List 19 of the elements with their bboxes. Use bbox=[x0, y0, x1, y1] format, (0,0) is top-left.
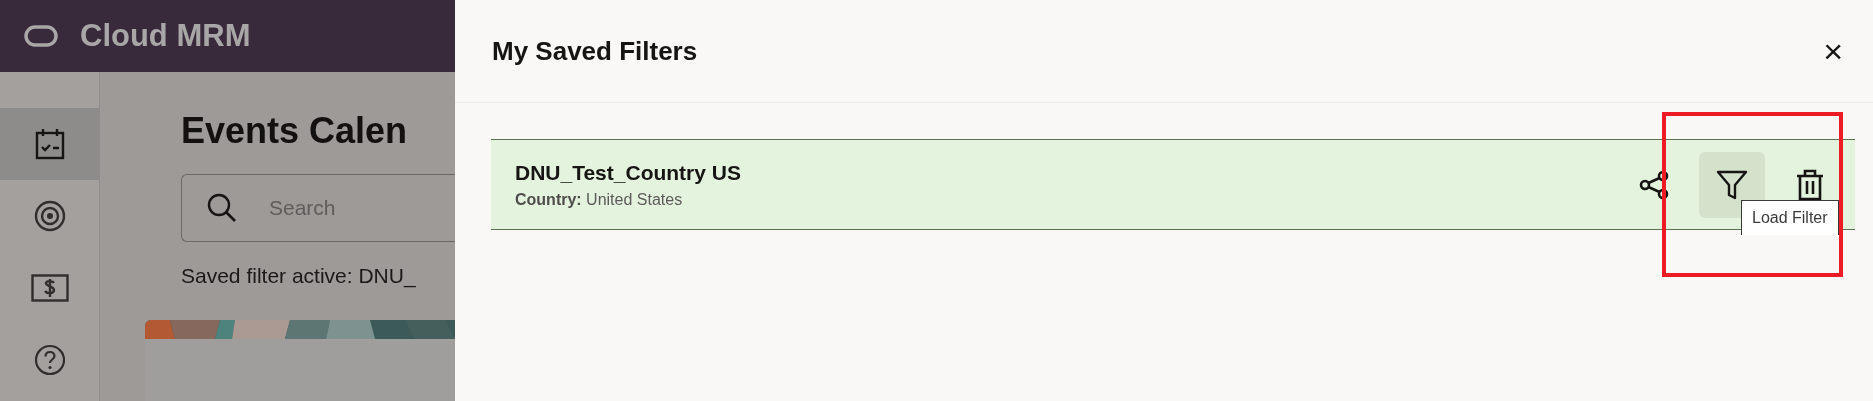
close-button[interactable]: × bbox=[1817, 34, 1849, 68]
drawer-title: My Saved Filters bbox=[492, 35, 698, 67]
share-icon bbox=[1639, 169, 1669, 200]
filter-name: DNU_Test_Country US bbox=[515, 160, 742, 185]
target-icon bbox=[33, 200, 66, 232]
tooltip: Load Filter bbox=[1741, 199, 1839, 235]
sidebar-item[interactable] bbox=[0, 108, 99, 180]
help-icon bbox=[33, 344, 66, 376]
trash-icon bbox=[1796, 168, 1824, 201]
money-icon bbox=[30, 274, 69, 302]
filter-detail: Country: United States bbox=[515, 190, 684, 209]
logo-icon bbox=[24, 25, 58, 47]
saved-filter-status: Saved filter active: DNU_ bbox=[181, 264, 417, 288]
search-icon bbox=[207, 193, 237, 223]
page-title: Events Calen bbox=[181, 110, 409, 152]
funnel-icon bbox=[1716, 169, 1748, 200]
calendar-icon bbox=[34, 128, 65, 160]
app-title: Cloud MRM bbox=[80, 18, 251, 54]
search-field[interactable]: Search bbox=[181, 174, 455, 242]
